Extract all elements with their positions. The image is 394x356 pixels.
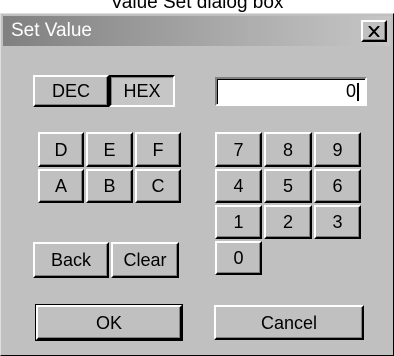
figure-caption: Value Set dialog box <box>110 0 284 13</box>
cancel-button[interactable]: Cancel <box>214 305 364 340</box>
num-key-0[interactable]: 0 <box>215 241 262 275</box>
hex-key-e[interactable]: E <box>86 132 133 167</box>
num-key-7[interactable]: 7 <box>215 132 262 167</box>
ok-button[interactable]: OK <box>35 304 183 341</box>
window-title: Set Value <box>11 20 92 41</box>
set-value-dialog: Set Value DEC HEX 0 D E F A B C 7 8 9 4 … <box>0 13 394 356</box>
hex-key-f[interactable]: F <box>135 132 181 167</box>
num-key-9[interactable]: 9 <box>314 132 361 167</box>
dec-mode-button[interactable]: DEC <box>33 75 109 107</box>
close-icon <box>368 25 380 37</box>
num-key-4[interactable]: 4 <box>215 169 262 203</box>
num-key-2[interactable]: 2 <box>264 205 312 239</box>
title-bar[interactable]: Set Value <box>3 16 391 46</box>
value-display[interactable]: 0 <box>215 77 367 106</box>
num-key-1[interactable]: 1 <box>215 205 262 239</box>
num-key-8[interactable]: 8 <box>264 132 312 167</box>
hex-key-a[interactable]: A <box>38 169 84 203</box>
hex-key-c[interactable]: C <box>135 169 181 203</box>
num-key-6[interactable]: 6 <box>314 169 361 203</box>
text-caret <box>357 82 359 101</box>
hex-key-d[interactable]: D <box>38 132 84 167</box>
hex-key-b[interactable]: B <box>86 169 133 203</box>
close-button[interactable] <box>361 20 387 42</box>
back-button[interactable]: Back <box>33 242 109 278</box>
value-text: 0 <box>345 81 356 101</box>
clear-button[interactable]: Clear <box>111 242 179 278</box>
hex-mode-button[interactable]: HEX <box>109 75 175 107</box>
num-key-5[interactable]: 5 <box>264 169 312 203</box>
num-key-3[interactable]: 3 <box>314 205 361 239</box>
